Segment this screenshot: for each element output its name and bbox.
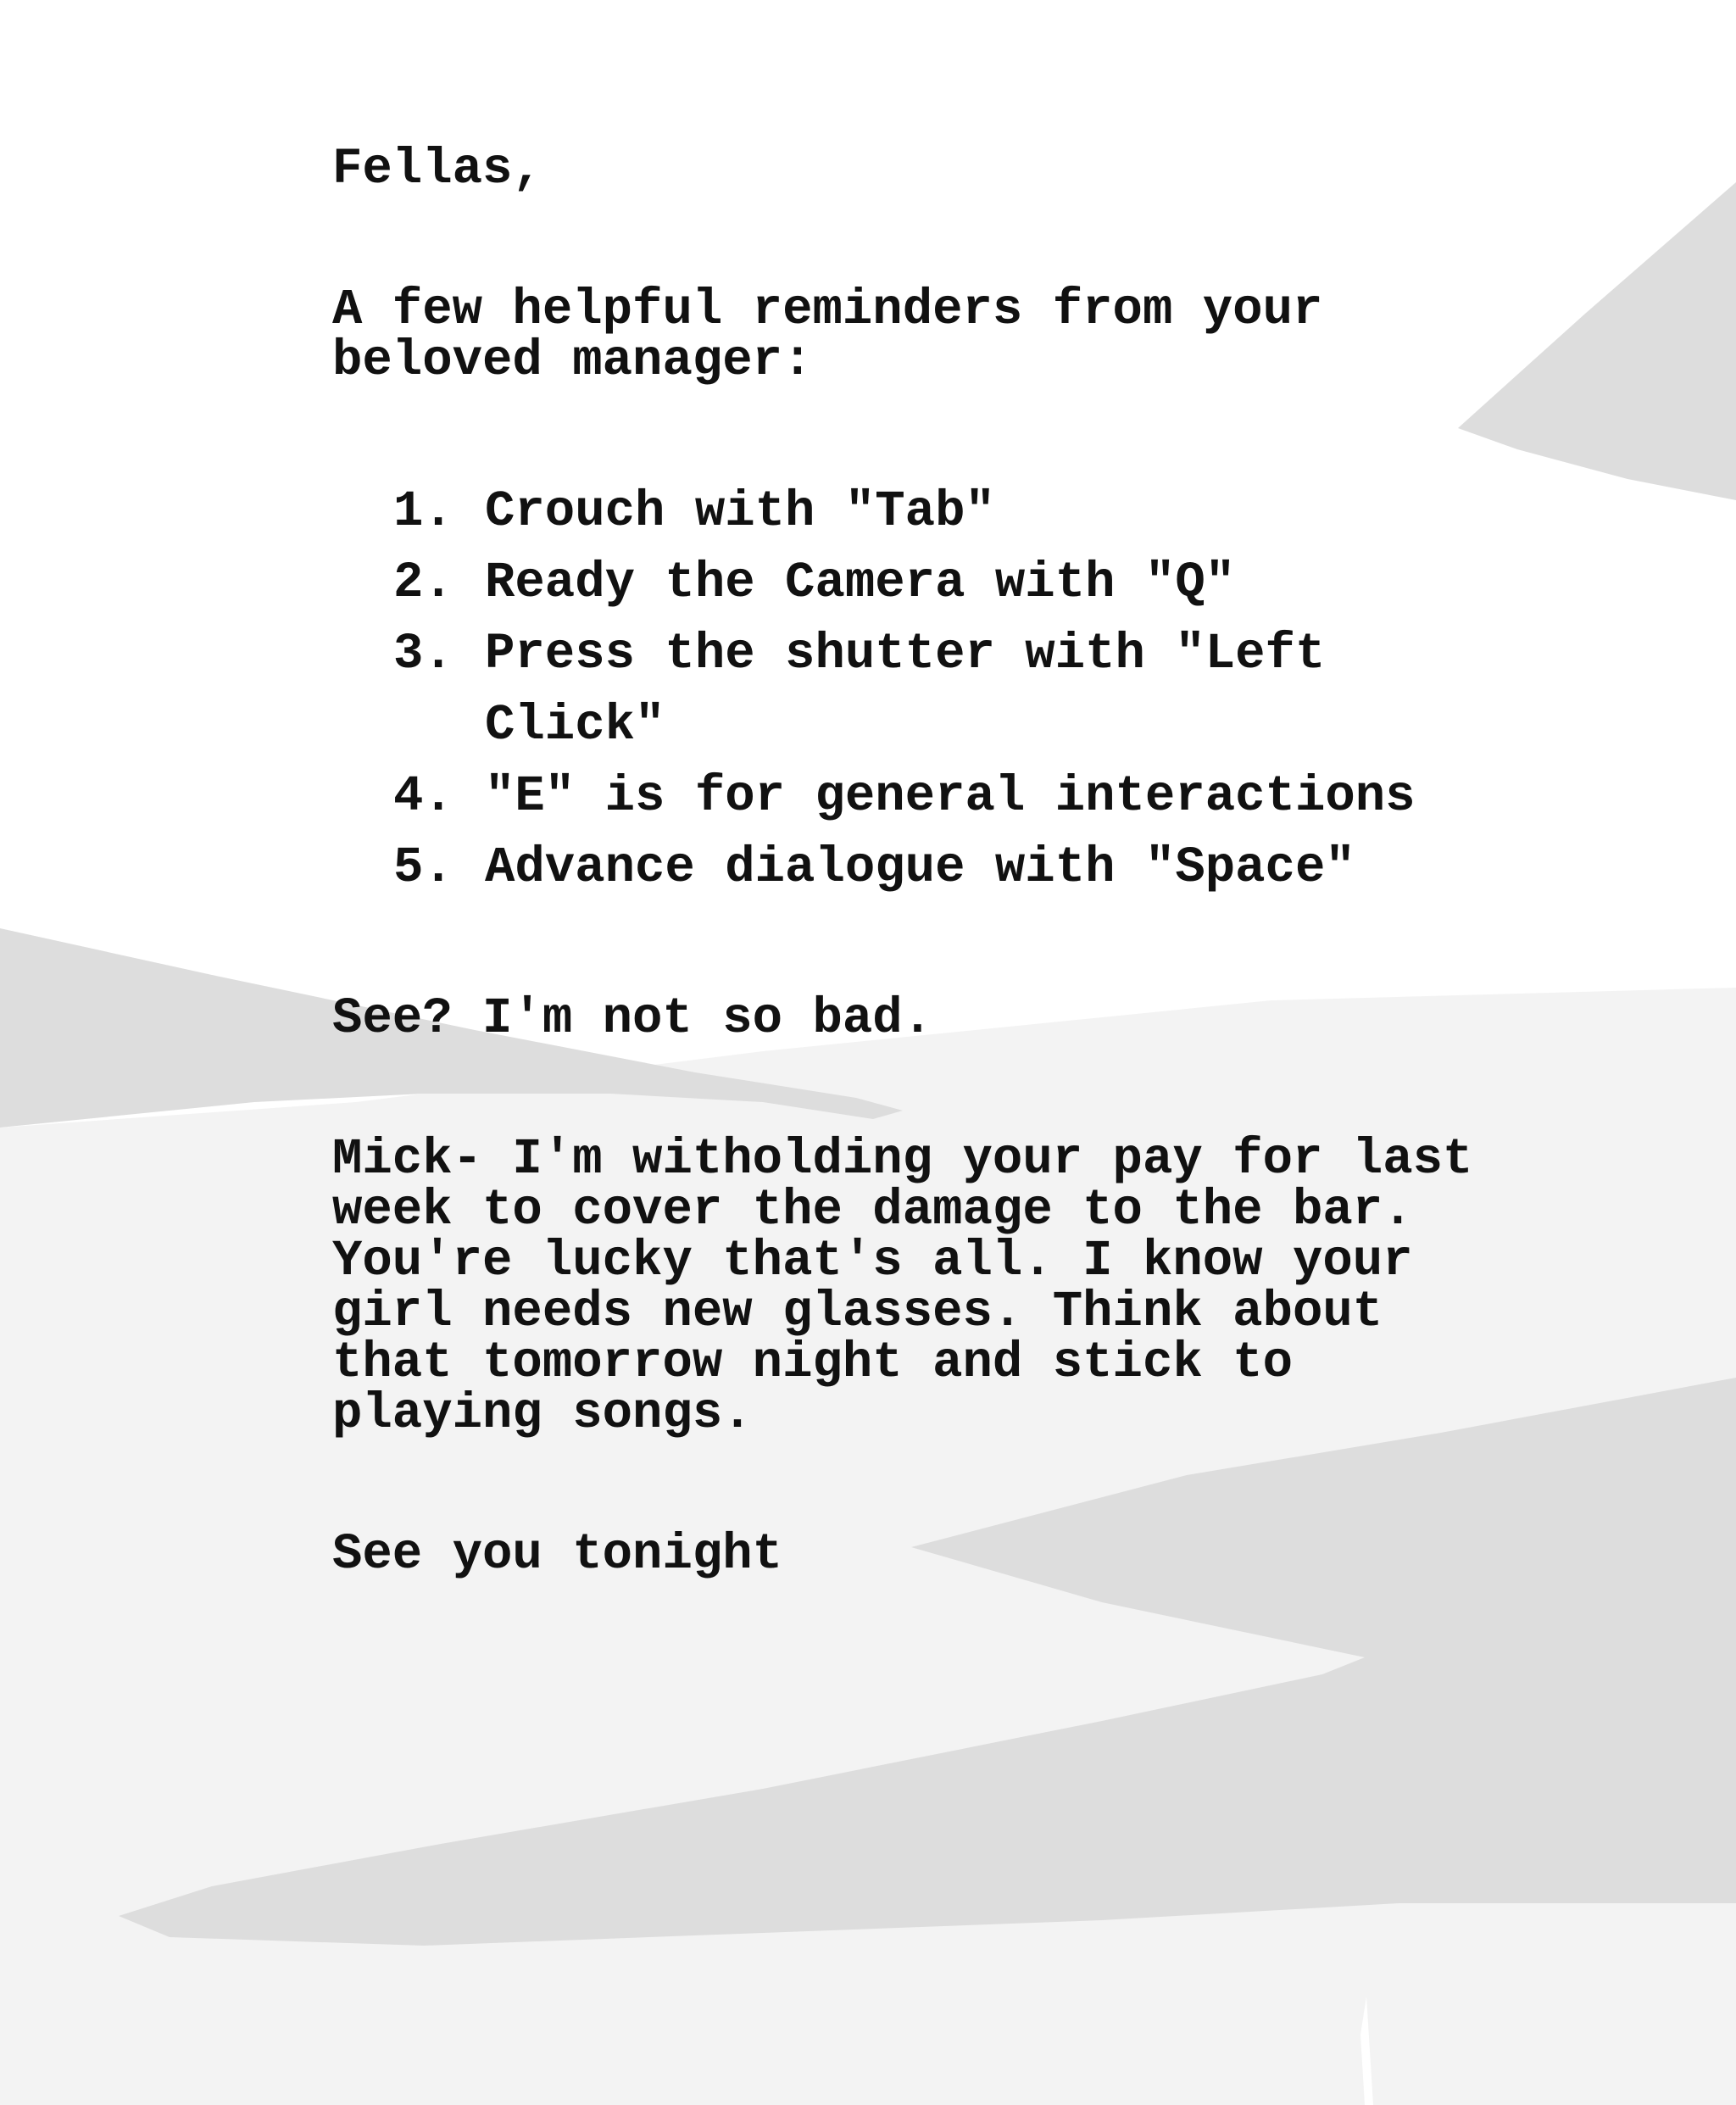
list-item: 5. Advance dialogue with "Space" — [332, 833, 1621, 904]
list-item: 1. Crouch with "Tab" — [332, 476, 1621, 548]
manager-note: Fellas, A few helpful reminders from you… — [332, 144, 1621, 1580]
list-item-number: 3. — [393, 626, 453, 682]
list-item-text: "E" is for general interactions — [485, 768, 1416, 825]
list-item: 3. Press the shutter with "Left Click" — [332, 619, 1621, 761]
list-item-number: 4. — [393, 768, 453, 825]
list-item: 4. "E" is for general interactions — [332, 761, 1621, 833]
note-mick-paragraph: Mick- I'm witholding your pay for last w… — [332, 1131, 1473, 1442]
list-item-text: Ready the Camera with "Q" — [485, 554, 1236, 611]
controls-reminder-list: 1. Crouch with "Tab" 2. Ready the Camera… — [332, 476, 1621, 904]
note-intro: A few helpful reminders from your belove… — [332, 281, 1323, 389]
note-closing-remark: See? I'm not so bad. — [332, 990, 933, 1047]
list-item-text: Advance dialogue with "Space" — [485, 839, 1355, 896]
list-item-number: 2. — [393, 554, 453, 611]
list-item: 2. Ready the Camera with "Q" — [332, 548, 1621, 619]
list-item-number: 1. — [393, 483, 453, 540]
list-item-number: 5. — [393, 839, 453, 896]
note-sign-off: See you tonight — [332, 1526, 783, 1583]
list-item-text: Press the shutter with "Left Click" — [485, 626, 1326, 754]
list-item-text: Crouch with "Tab" — [485, 483, 995, 540]
note-greeting: Fellas, — [332, 141, 542, 198]
